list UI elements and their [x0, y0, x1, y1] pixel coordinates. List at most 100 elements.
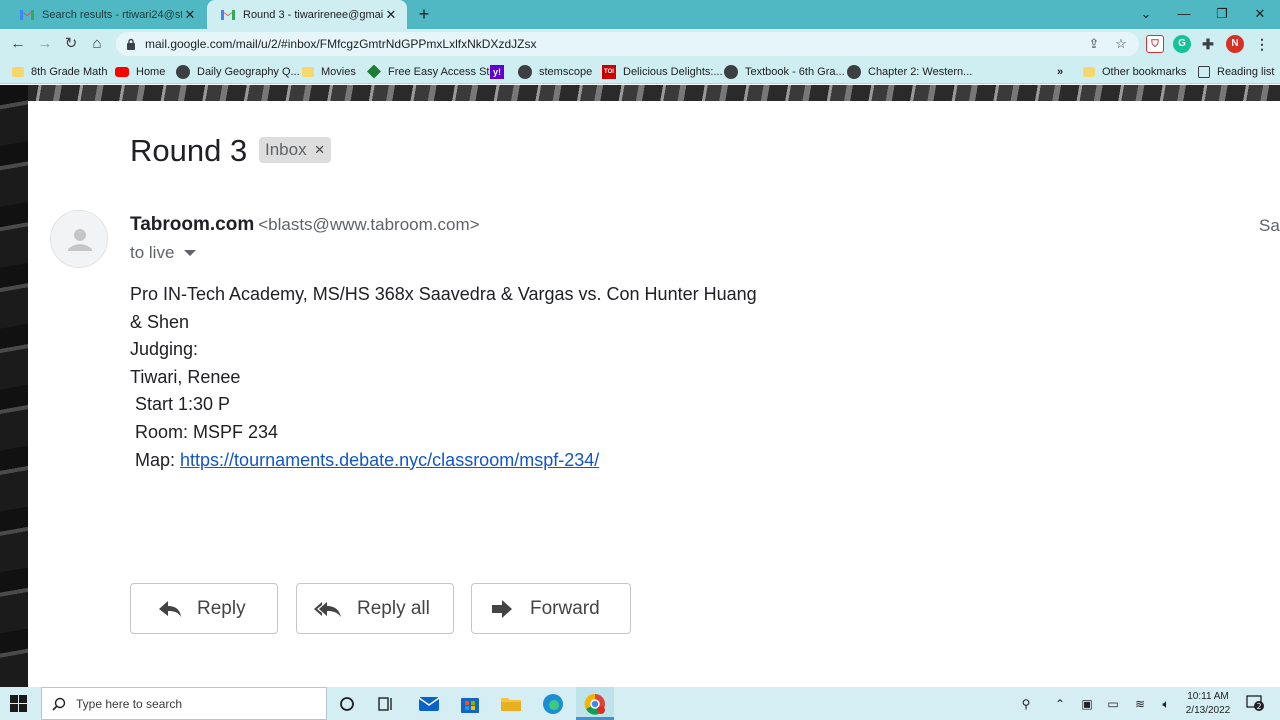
- close-icon[interactable]: ✕: [182, 7, 198, 23]
- reading-list-icon: [1198, 65, 1210, 78]
- minimize-button[interactable]: —: [1174, 4, 1194, 24]
- forward-label: Forward: [530, 597, 600, 619]
- email-subject: Round 3: [130, 133, 248, 168]
- reading-list-button[interactable]: Reading list: [1198, 63, 1274, 80]
- mail-app-icon[interactable]: [418, 693, 440, 715]
- bookmark-label: Textbook - 6th Gra...: [745, 65, 845, 78]
- folder-icon: [302, 66, 314, 77]
- bookmark-other-bookmarks[interactable]: Other bookmarks: [1083, 63, 1186, 80]
- task-view-icon[interactable]: [375, 693, 397, 715]
- restore-button[interactable]: ❐: [1212, 4, 1232, 24]
- window-close-button[interactable]: ✕: [1250, 4, 1270, 24]
- new-tab-button[interactable]: +: [414, 4, 434, 24]
- email-view: Round 3 Inbox × Tabroom.com <blasts@www.t…: [28, 101, 1280, 687]
- grammarly-icon[interactable]: G: [1173, 35, 1191, 53]
- display-icon[interactable]: ▭: [1104, 695, 1122, 713]
- volume-icon[interactable]: 🔈︎: [1157, 695, 1175, 713]
- bookmark-8th-grade-math[interactable]: 8th Grade Math: [12, 63, 107, 80]
- forward-button[interactable]: Forward: [471, 583, 631, 634]
- bookmark-label: stemscope: [539, 65, 593, 78]
- email-body: Pro IN-Tech Academy, MS/HS 368x Saavedra…: [130, 281, 810, 474]
- reload-icon[interactable]: ↻: [61, 34, 81, 54]
- bookmark-label: Movies: [321, 65, 356, 78]
- address-bar[interactable]: mail.google.com/mail/u/2/#inbox/FMfcgzGm…: [116, 32, 1139, 56]
- profile-avatar[interactable]: N: [1226, 35, 1244, 53]
- share-icon[interactable]: ⇪: [1085, 35, 1103, 53]
- gmail-icon: [221, 10, 235, 20]
- bookmark-movies[interactable]: Movies: [302, 63, 356, 80]
- map-prefix: Map:: [130, 449, 181, 470]
- bookmark-chapter-2[interactable]: Chapter 2: Western...: [847, 63, 972, 80]
- email-date: Sa: [1259, 216, 1280, 235]
- to-text: to live: [130, 243, 175, 262]
- body-line: Room: MSPF 234: [130, 421, 279, 442]
- extension-pocket-icon[interactable]: ⛉: [1146, 35, 1164, 53]
- map-line: Map: https://tournaments.debate.nyc/clas…: [130, 447, 810, 475]
- map-link[interactable]: https://tournaments.debate.nyc/classroom…: [180, 450, 599, 470]
- wifi-icon[interactable]: ≋: [1131, 695, 1149, 713]
- lock-icon: [127, 38, 135, 50]
- taskbar-search-input[interactable]: Type here to search: [41, 687, 327, 720]
- extensions-puzzle-icon[interactable]: ✚: [1199, 35, 1217, 53]
- notification-count: 2: [1256, 702, 1261, 711]
- bookmark-label: Free Easy Access St...: [388, 65, 499, 78]
- bookmark-textbook[interactable]: Textbook - 6th Gra...: [724, 63, 845, 80]
- bookmark-yahoo[interactable]: y!: [490, 63, 511, 80]
- people-icon[interactable]: ⚲: [1017, 695, 1035, 713]
- chevron-up-icon[interactable]: ⌃: [1051, 695, 1069, 713]
- sender-line: Tabroom.com <blasts@www.tabroom.com>: [130, 214, 480, 236]
- close-icon[interactable]: ✕: [383, 7, 399, 23]
- chrome-icon[interactable]: [584, 693, 606, 715]
- reading-list-label: Reading list: [1217, 65, 1275, 78]
- meet-now-icon[interactable]: ▣: [1078, 695, 1096, 713]
- bookmark-delicious-delights[interactable]: TOI Delicious Delights:...: [602, 63, 723, 80]
- folder-icon: [12, 66, 24, 77]
- home-icon[interactable]: ⌂: [87, 34, 107, 54]
- bookmark-label: Other bookmarks: [1102, 65, 1187, 78]
- body-line: Judging:: [130, 339, 199, 360]
- sender-address: <blasts@www.tabroom.com>: [258, 215, 480, 234]
- bookmarks-overflow-button[interactable]: »: [1057, 63, 1063, 80]
- chevron-down-icon: [184, 250, 197, 256]
- edge-browser-icon[interactable]: [542, 693, 564, 715]
- body-line: Start 1:30 P: [130, 394, 231, 415]
- system-clock[interactable]: 10:11 AM 2/13/2022: [1182, 690, 1234, 718]
- bookmark-home[interactable]: Home: [115, 63, 165, 80]
- notification-icon[interactable]: 2: [1246, 695, 1264, 711]
- tab-round-3[interactable]: Round 3 - tiwarirenee@gmail.com ✕: [207, 0, 407, 29]
- tab-search-chevron-icon[interactable]: ⌄: [1136, 4, 1156, 24]
- menu-kebab-icon[interactable]: ⋮: [1253, 35, 1271, 53]
- windows-start-icon[interactable]: [10, 695, 27, 712]
- bookmark-label: Daily Geography Q...: [197, 65, 300, 78]
- microsoft-store-icon[interactable]: [459, 693, 481, 715]
- forward-icon: [492, 599, 512, 618]
- gmail-icon: [20, 10, 34, 20]
- tab-title: Round 3 - tiwarirenee@gmail.com: [243, 8, 383, 21]
- bookmark-label: Chapter 2: Western...: [868, 65, 973, 78]
- sender-name[interactable]: Tabroom.com: [130, 214, 254, 235]
- bookmark-label: 8th Grade Math: [31, 65, 108, 78]
- clock-time: 10:11 AM: [1187, 691, 1229, 702]
- bookmark-label: Home: [136, 65, 166, 78]
- recipient-details-toggle[interactable]: to live: [130, 243, 197, 263]
- tab-search-results[interactable]: Search results - rtiwari24@studen ✕: [6, 0, 206, 29]
- star-bookmark-icon[interactable]: ☆: [1112, 35, 1130, 53]
- bookmark-daily-geography[interactable]: Daily Geography Q...: [176, 63, 300, 80]
- reply-button[interactable]: Reply: [130, 583, 278, 634]
- avatar[interactable]: [50, 210, 108, 268]
- reply-all-button[interactable]: Reply all: [296, 583, 454, 634]
- remove-label-icon[interactable]: ×: [315, 137, 325, 163]
- gmail-page: Round 3 Inbox × Tabroom.com <blasts@www.t…: [0, 85, 1280, 687]
- theme-background: [0, 85, 28, 687]
- browser-tab-strip: Search results - rtiwari24@studen ✕ Roun…: [0, 0, 1280, 29]
- back-arrow-icon[interactable]: ←: [8, 34, 28, 54]
- cortana-icon[interactable]: [336, 693, 358, 715]
- reply-icon: [159, 600, 181, 617]
- bookmark-free-easy-access[interactable]: Free Easy Access St...: [367, 63, 499, 80]
- person-icon: [68, 229, 92, 251]
- file-explorer-icon[interactable]: [500, 693, 522, 715]
- bookmarks-bar: 8th Grade Math Home Daily Geography Q...…: [0, 59, 1280, 84]
- forward-arrow-icon[interactable]: →: [35, 34, 55, 54]
- theme-background: [0, 85, 1280, 101]
- bookmark-stemscope[interactable]: stemscope: [518, 63, 592, 80]
